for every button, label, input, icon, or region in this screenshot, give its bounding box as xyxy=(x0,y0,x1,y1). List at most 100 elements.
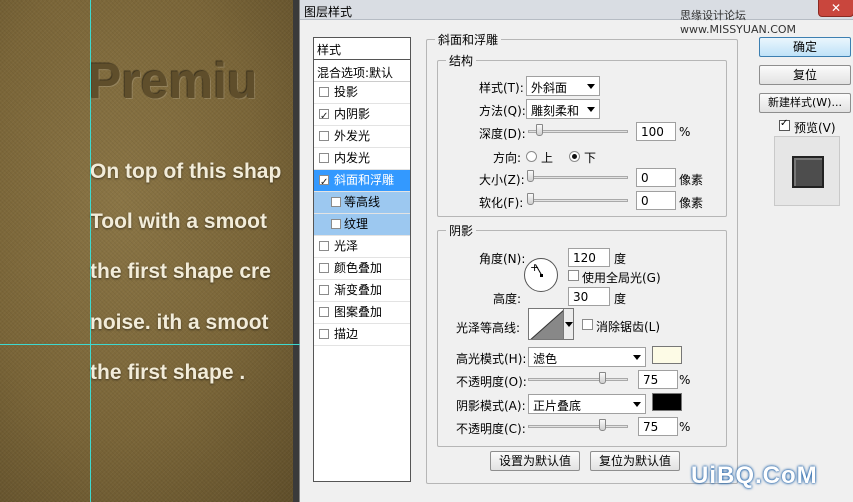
highlight-mode-select[interactable]: 滤色 xyxy=(528,347,646,367)
style-item-label: 外发光 xyxy=(334,129,371,143)
soften-slider[interactable] xyxy=(527,193,628,205)
style-item-label: 内发光 xyxy=(334,151,371,165)
canvas-text-line: the first shape cre xyxy=(90,260,271,283)
style-item[interactable]: 内发光 xyxy=(314,148,410,170)
highlight-opacity-input[interactable]: 75 xyxy=(638,370,678,389)
structure-title: 结构 xyxy=(449,54,474,68)
altitude-label: 高度: xyxy=(493,292,522,306)
canvas-text-line: the first shape . xyxy=(90,361,246,384)
highlight-mode-label: 高光模式(H): xyxy=(456,352,527,366)
angle-unit: 度 xyxy=(614,252,627,266)
preview-thumbnail xyxy=(792,156,824,188)
dialog-title: 图层样式 xyxy=(304,5,353,19)
guide-vertical xyxy=(90,0,91,502)
size-input[interactable]: 0 xyxy=(636,168,676,187)
style-item-checkbox[interactable] xyxy=(319,263,329,273)
size-slider[interactable] xyxy=(527,170,628,182)
style-item-checkbox[interactable] xyxy=(319,241,329,251)
style-item[interactable]: 渐变叠加 xyxy=(314,280,410,302)
contour-dropdown-button[interactable] xyxy=(564,308,574,340)
preview-checkbox[interactable]: ✓ xyxy=(779,118,790,131)
document-canvas[interactable]: Premiu On top of this shap Tool with a s… xyxy=(0,0,300,502)
depth-slider[interactable] xyxy=(528,124,628,136)
close-icon: ✕ xyxy=(830,1,842,15)
anti-alias-checkbox[interactable] xyxy=(582,319,593,330)
canvas-text-line: noise. ith a smoot xyxy=(90,311,269,334)
style-preview xyxy=(774,136,840,206)
direction-down-radio[interactable] xyxy=(569,151,580,162)
altitude-input[interactable]: 30 xyxy=(568,287,610,306)
soften-input[interactable]: 0 xyxy=(636,191,676,210)
style-item-checkbox[interactable] xyxy=(319,329,329,339)
style-item[interactable]: 纹理 xyxy=(314,214,410,236)
style-item-checkbox[interactable] xyxy=(319,172,329,193)
gloss-contour-picker[interactable] xyxy=(528,308,564,340)
blend-options-item[interactable]: 混合选项:默认 xyxy=(314,60,410,82)
styles-header[interactable]: 样式 xyxy=(314,38,410,60)
highlight-mode-value: 滤色 xyxy=(533,352,558,366)
highlight-color-swatch[interactable] xyxy=(652,346,682,364)
depth-input[interactable]: 100 xyxy=(636,122,676,141)
direction-up-label: 上 xyxy=(541,151,554,165)
slider-thumb[interactable] xyxy=(536,124,543,136)
style-item-label: 图案叠加 xyxy=(334,305,383,319)
new-style-button[interactable]: 新建样式(W)... xyxy=(759,93,851,113)
style-item-checkbox[interactable] xyxy=(319,285,329,295)
make-default-button[interactable]: 设置为默认值 xyxy=(490,451,580,471)
highlight-opacity-slider[interactable] xyxy=(528,372,628,384)
style-item-label: 描边 xyxy=(334,327,359,341)
style-item-checkbox[interactable] xyxy=(319,131,329,141)
slider-thumb[interactable] xyxy=(527,193,534,205)
direction-label: 方向: xyxy=(493,151,522,165)
shadow-mode-label: 阴影模式(A): xyxy=(456,399,526,413)
style-item[interactable]: 光泽 xyxy=(314,236,410,258)
angle-input[interactable]: 120 xyxy=(568,248,610,267)
layer-style-dialog: 图层样式 思缘设计论坛 www.MISSYUAN.COM ✕ 样式 混合选项:默… xyxy=(299,0,853,502)
direction-up-radio[interactable] xyxy=(526,151,537,162)
shadow-opacity-input[interactable]: 75 xyxy=(638,417,678,436)
style-item-checkbox[interactable] xyxy=(331,219,341,229)
chevron-down-icon xyxy=(565,322,573,327)
dialog-titlebar[interactable]: 图层样式 思缘设计论坛 www.MISSYUAN.COM ✕ xyxy=(300,0,853,36)
shadow-mode-value: 正片叠底 xyxy=(533,399,582,413)
style-item[interactable]: 内阴影 xyxy=(314,104,410,127)
style-list: 样式 混合选项:默认 投影内阴影外发光内发光斜面和浮雕等高线纹理光泽颜色叠加渐变… xyxy=(313,37,411,482)
shadow-mode-select[interactable]: 正片叠底 xyxy=(528,394,646,414)
global-light-label: 使用全局光(G) xyxy=(582,271,661,285)
style-item-checkbox[interactable] xyxy=(319,153,329,163)
slider-thumb[interactable] xyxy=(599,372,606,384)
style-item[interactable]: 颜色叠加 xyxy=(314,258,410,280)
technique-label: 方法(Q): xyxy=(479,104,526,118)
style-item[interactable]: 斜面和浮雕 xyxy=(314,170,410,193)
preview-label: 预览(V) xyxy=(794,121,836,135)
style-item[interactable]: 等高线 xyxy=(314,192,410,214)
global-light-checkbox[interactable] xyxy=(568,270,579,281)
highlight-opacity-label: 不透明度(O): xyxy=(456,375,527,389)
chevron-down-icon xyxy=(633,402,641,407)
style-item-checkbox[interactable] xyxy=(319,106,329,127)
reset-button[interactable]: 复位 xyxy=(759,65,851,85)
style-item-checkbox[interactable] xyxy=(319,87,329,97)
canvas-text-line: On top of this shap xyxy=(90,160,282,183)
style-item[interactable]: 外发光 xyxy=(314,126,410,148)
style-item[interactable]: 投影 xyxy=(314,82,410,104)
shadow-color-swatch[interactable] xyxy=(652,393,682,411)
shadow-opacity-slider[interactable] xyxy=(528,419,628,431)
style-item[interactable]: 图案叠加 xyxy=(314,302,410,324)
bevel-style-select[interactable]: 外斜面 xyxy=(526,76,600,96)
angle-label: 角度(N): xyxy=(479,252,526,266)
ok-button[interactable]: 确定 xyxy=(759,37,851,57)
style-item-checkbox[interactable] xyxy=(331,197,341,207)
slider-thumb[interactable] xyxy=(527,170,534,182)
angle-dial[interactable]: + xyxy=(524,258,558,292)
altitude-unit: 度 xyxy=(614,292,627,306)
style-item-label: 颜色叠加 xyxy=(334,261,383,275)
slider-thumb[interactable] xyxy=(599,419,606,431)
technique-select[interactable]: 雕刻柔和 xyxy=(526,99,600,119)
close-button[interactable]: ✕ xyxy=(818,0,853,17)
style-item-label: 渐变叠加 xyxy=(334,283,383,297)
chevron-down-icon xyxy=(587,84,595,89)
reset-to-default-button[interactable]: 复位为默认值 xyxy=(590,451,680,471)
style-item-checkbox[interactable] xyxy=(319,307,329,317)
style-item[interactable]: 描边 xyxy=(314,324,410,346)
